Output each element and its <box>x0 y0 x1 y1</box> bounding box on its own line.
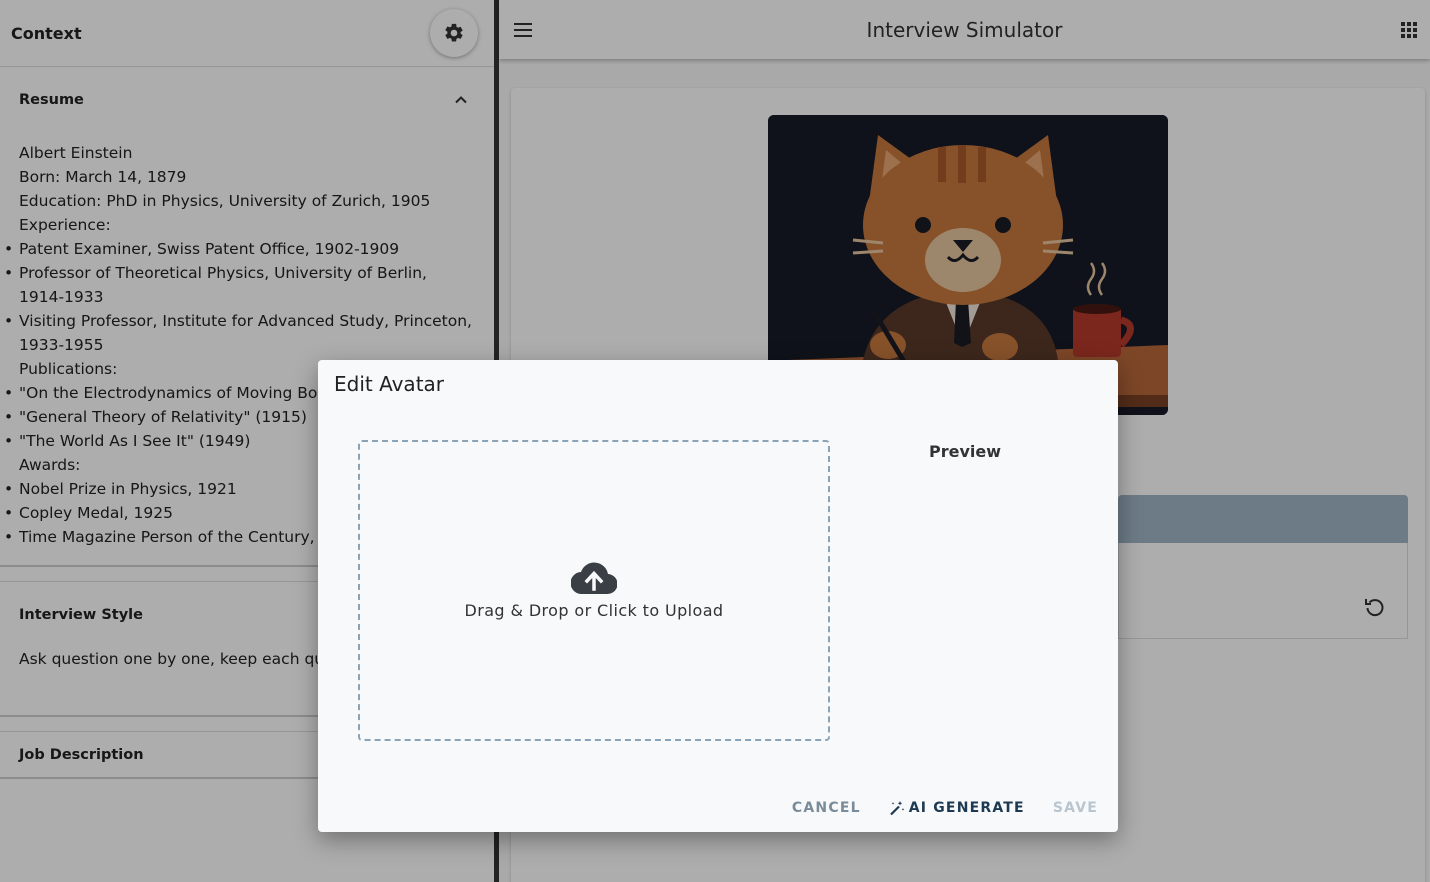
upload-label: Drag & Drop or Click to Upload <box>464 601 724 620</box>
upload-dropzone[interactable]: Drag & Drop or Click to Upload <box>358 440 830 741</box>
ai-generate-label: AI GENERATE <box>908 800 1025 816</box>
cloud-upload-icon <box>571 562 617 595</box>
magic-wand-icon <box>889 801 905 816</box>
save-label: SAVE <box>1052 800 1098 816</box>
save-button[interactable]: SAVE <box>1053 800 1098 816</box>
edit-avatar-dialog: Edit Avatar Drag & Drop or Click to Uplo… <box>318 360 1118 832</box>
dialog-title: Edit Avatar <box>334 372 445 396</box>
cancel-label: CANCEL <box>791 800 861 816</box>
preview-label: Preview <box>928 442 1001 461</box>
ai-generate-button[interactable]: AI GENERATE <box>889 800 1025 816</box>
cancel-button[interactable]: CANCEL <box>792 800 861 816</box>
dialog-actions: CANCEL AI GENERATE SAVE <box>792 800 1098 816</box>
